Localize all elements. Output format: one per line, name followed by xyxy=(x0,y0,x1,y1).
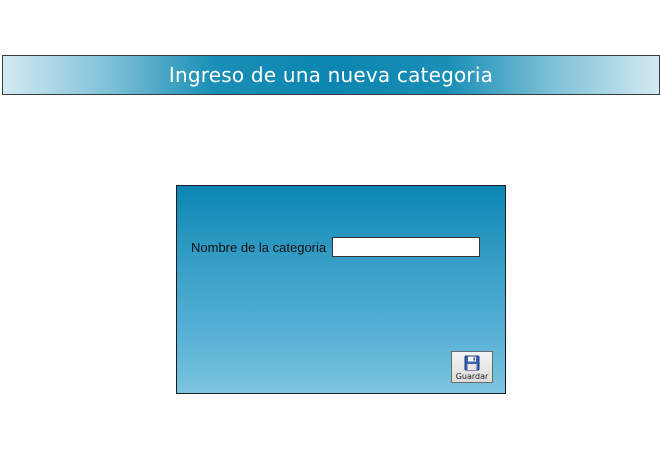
page-title: Ingreso de una nueva categoria xyxy=(168,63,494,87)
save-button[interactable]: Guardar xyxy=(451,351,493,383)
title-bar: Ingreso de una nueva categoria xyxy=(2,55,660,95)
page: Ingreso de una nueva categoria Nombre de… xyxy=(0,0,660,463)
category-name-input[interactable] xyxy=(332,237,481,257)
category-name-label: Nombre de la categoria xyxy=(191,239,327,255)
category-form-panel: Nombre de la categoria Guardar xyxy=(176,185,506,394)
save-button-label: Guardar xyxy=(455,372,489,381)
category-name-row: Nombre de la categoria xyxy=(191,237,481,257)
floppy-disk-icon xyxy=(464,355,480,371)
